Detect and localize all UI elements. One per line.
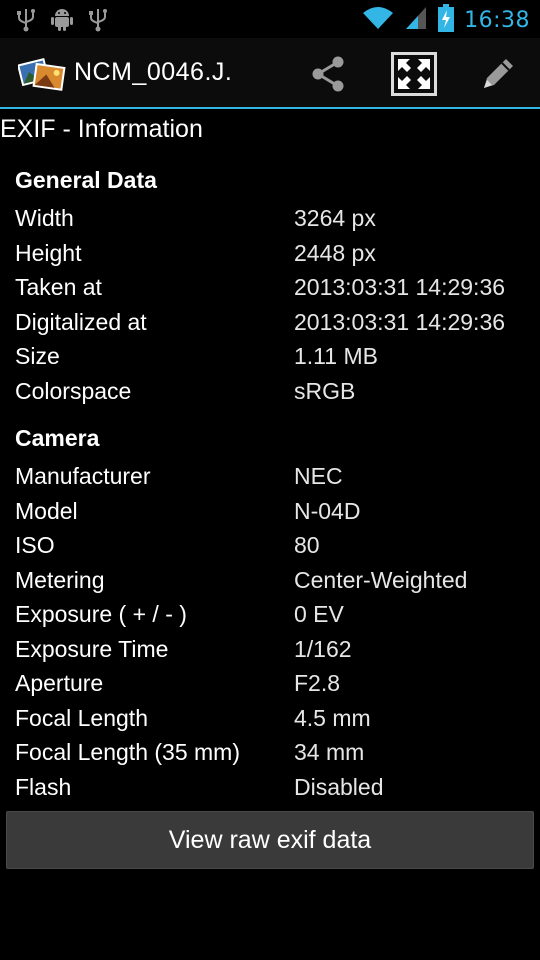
info-row: Flash Disabled: [15, 774, 535, 808]
info-row: Manufacturer NEC: [15, 463, 535, 497]
info-row: Exposure Time 1/162: [15, 636, 535, 670]
share-icon[interactable]: [308, 54, 348, 94]
row-value: sRGB: [294, 378, 356, 404]
row-value: 80: [294, 532, 320, 558]
row-value: 2013:03:31 14:29:36: [294, 309, 506, 335]
row-value: Disabled: [294, 774, 384, 800]
row-label: Width: [15, 205, 74, 231]
row-label: Exposure Time: [15, 636, 169, 662]
android-debug-icon: [50, 6, 74, 36]
signal-icon: [404, 5, 428, 35]
info-row: Colorspace sRGB: [15, 378, 535, 412]
system-icons: 16:38: [362, 4, 530, 36]
row-label: Size: [15, 343, 60, 369]
view-raw-exif-button[interactable]: View raw exif data: [6, 811, 534, 869]
info-row: Taken at 2013:03:31 14:29:36: [15, 274, 535, 308]
row-label: Digitalized at: [15, 309, 147, 335]
info-row: Digitalized at 2013:03:31 14:29:36: [15, 309, 535, 343]
row-label: Height: [15, 240, 82, 266]
usb-icon: [86, 6, 110, 36]
row-value: 3264 px: [294, 205, 376, 231]
section-title: EXIF - Information: [0, 115, 203, 143]
action-bar: NCM_0046.J.: [0, 38, 540, 108]
group-title-general: General Data: [15, 167, 157, 193]
battery-charging-icon: [438, 4, 455, 36]
info-row: Height 2448 px: [15, 240, 535, 274]
row-label: Manufacturer: [15, 463, 151, 489]
row-value: 2448 px: [294, 240, 376, 266]
row-value: 0 EV: [294, 601, 344, 627]
clock: 16:38: [464, 7, 530, 33]
row-label: Metering: [15, 567, 105, 593]
row-label: Flash: [15, 774, 72, 800]
row-value: F2.8: [294, 670, 341, 696]
info-row: Width 3264 px: [15, 205, 535, 239]
usb-icon: [14, 6, 38, 36]
row-value: 4.5 mm: [294, 705, 371, 731]
row-label: ISO: [15, 532, 55, 558]
status-bar: 16:38: [0, 0, 540, 38]
gallery-app-icon[interactable]: [17, 53, 66, 95]
row-value: NEC: [294, 463, 343, 489]
info-row: Metering Center-Weighted: [15, 567, 535, 601]
row-label: Exposure ( + / - ): [15, 601, 187, 627]
info-row: Focal Length (35 mm) 34 mm: [15, 739, 535, 773]
row-label: Taken at: [15, 274, 102, 300]
info-row: Model N-04D: [15, 498, 535, 532]
row-label: Focal Length (35 mm): [15, 739, 240, 765]
wifi-icon: [362, 5, 394, 35]
group-title-camera: Camera: [15, 425, 100, 451]
edit-icon[interactable]: [478, 54, 518, 94]
info-row: ISO 80: [15, 532, 535, 566]
row-value: N-04D: [294, 498, 361, 524]
row-label: Aperture: [15, 670, 104, 696]
row-value: 2013:03:31 14:29:36: [294, 274, 506, 300]
info-row: Focal Length 4.5 mm: [15, 705, 535, 739]
info-row: Size 1.11 MB: [15, 343, 535, 377]
row-value: 1.11 MB: [294, 343, 378, 369]
notification-icons: [14, 6, 110, 36]
row-label: Model: [15, 498, 78, 524]
row-label: Colorspace: [15, 378, 132, 404]
file-title: NCM_0046.J.: [74, 58, 233, 86]
action-bar-divider: [0, 107, 540, 109]
info-row: Exposure ( + / - ) 0 EV: [15, 601, 535, 635]
row-value: 34 mm: [294, 739, 365, 765]
info-row: Aperture F2.8: [15, 670, 535, 704]
fullscreen-icon[interactable]: [391, 52, 437, 96]
row-value: Center-Weighted: [294, 567, 468, 593]
row-label: Focal Length: [15, 705, 148, 731]
row-value: 1/162: [294, 636, 352, 662]
